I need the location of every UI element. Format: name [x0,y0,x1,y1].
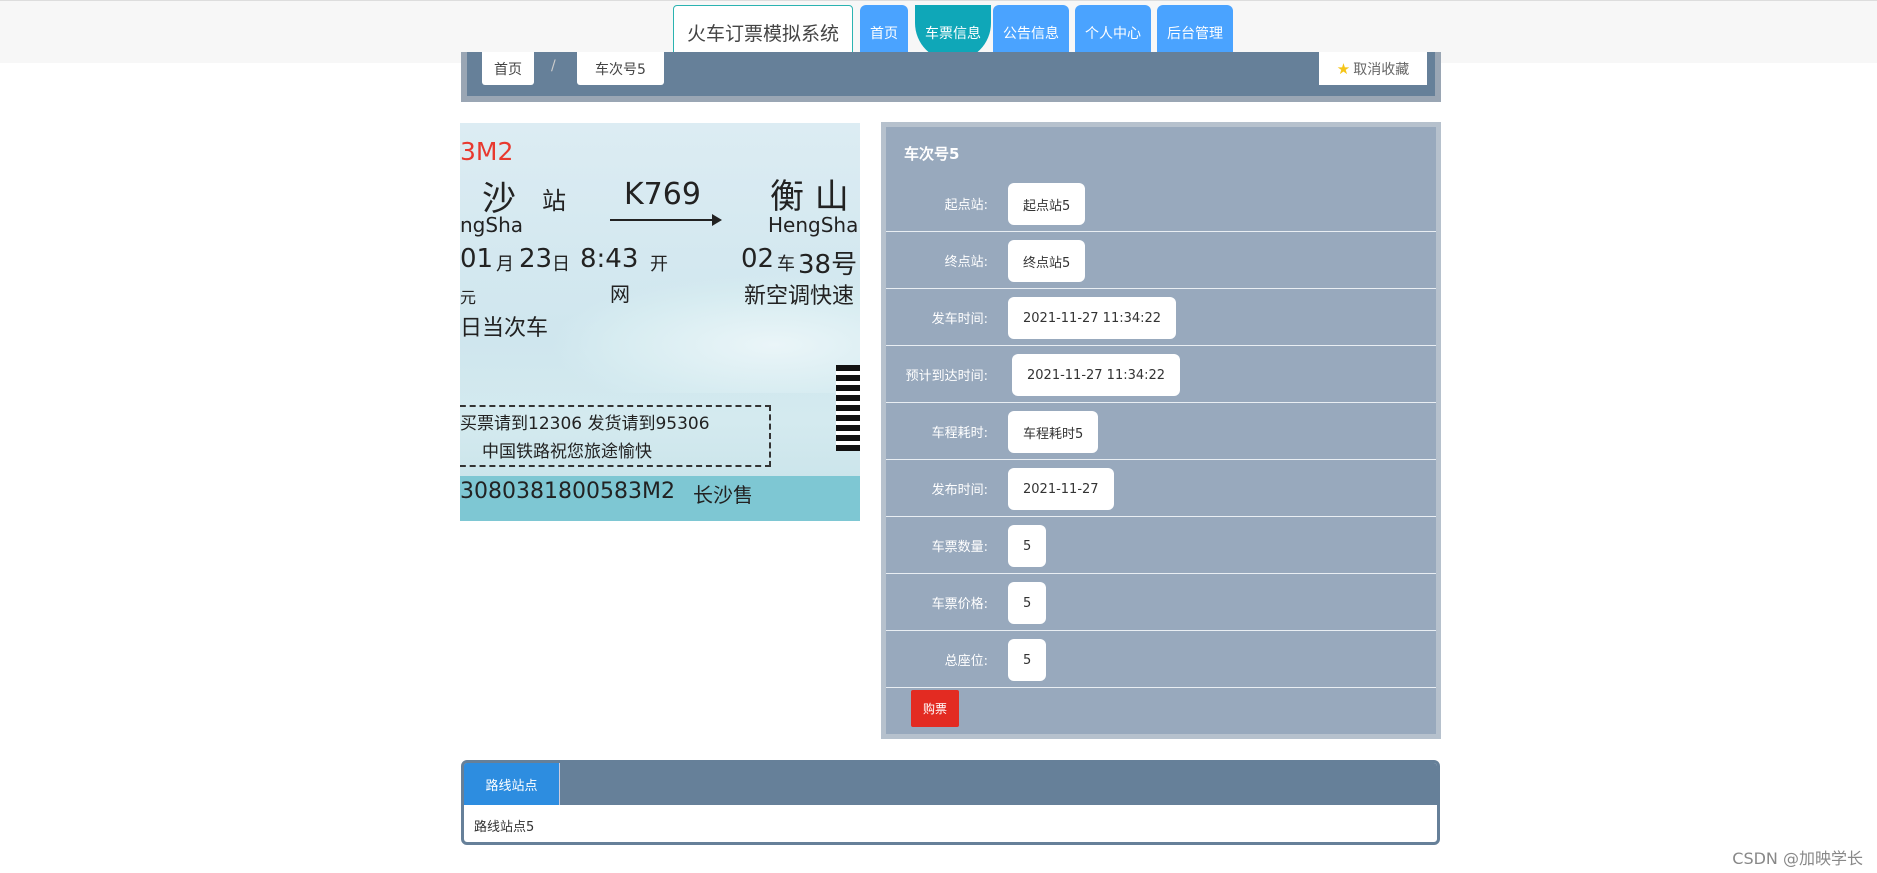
route-tab-bar: 路线站点 [464,763,1437,805]
ticket-valid: 日当次车 [460,316,549,341]
field-label: 总座位: [944,653,988,669]
field-label: 车程耗时: [931,425,988,441]
ticket-car-char: 车 [777,254,795,275]
field-row-departure-time: 发车时间: 2021-11-27 11:34:22 [886,289,1436,346]
breadcrumb-separator: / [551,58,556,74]
buy-ticket-label: 购票 [922,702,947,716]
ticket-time: 8:43 [580,244,639,274]
buy-ticket-button[interactable]: 购票 [911,690,959,727]
field-row-ticket-price: 车票价格: 5 [886,574,1436,631]
field-label: 终点站: [944,254,988,270]
field-label: 发布时间: [931,482,988,498]
tab-route-stations[interactable]: 路线站点 [464,763,560,805]
ticket-class: 新空调快速 [744,284,855,309]
ticket-detail-panel: 车次号5 起点站: 起点站5 终点站: 终点站5 发车时间: 2021-11-2… [881,122,1441,739]
ticket-date-day: 23 [519,244,553,274]
ticket-date-month: 01 [460,244,494,274]
breadcrumb-home[interactable]: 首页 [482,52,534,85]
field-value: 2021-11-27 [1008,468,1114,510]
ticket-train-no: K769 [624,177,701,212]
ticket-notice-2: 中国铁路祝您旅途愉快 [482,442,652,462]
field-value: 5 [1008,639,1047,681]
ticket-kai: 开 [650,254,668,275]
ticket-day-char: 日 [552,254,570,275]
ticket-price-suffix: 元 [460,288,477,307]
ticket-from-pinyin: ngSha [460,213,523,237]
ticket-car: 02 [741,244,775,274]
ticket-to-pinyin: HengShan [768,213,860,237]
ticket-month-char: 月 [496,254,514,275]
unfavorite-button[interactable]: ★ 取消收藏 [1319,52,1427,85]
field-value: 2021-11-27 11:34:22 [1012,354,1181,396]
unfavorite-label: 取消收藏 [1353,61,1410,78]
breadcrumb: 首页 / 车次号5 ★ 取消收藏 [461,52,1441,102]
field-label: 预计到达时间: [905,368,988,384]
field-label: 车票数量: [931,539,988,555]
field-row-arrival-time: 预计到达时间: 2021-11-27 11:34:22 [886,346,1436,403]
ticket-station-char: 站 [542,187,566,215]
breadcrumb-current: 车次号5 [577,52,664,85]
detail-title: 车次号5 [904,145,960,163]
ticket-wang: 网 [610,282,630,306]
field-value: 2021-11-27 11:34:22 [1008,297,1177,339]
ticket-to-station: 衡 山 [770,177,849,217]
field-label: 发车时间: [931,311,988,327]
field-label: 车票价格: [931,596,988,612]
field-row-publish-time: 发布时间: 2021-11-27 [886,460,1436,517]
field-value: 终点站5 [1008,240,1086,282]
field-row-origin: 起点站: 起点站5 [886,175,1436,232]
route-stations-content: 路线站点5 [474,820,535,835]
ticket-code-top: 3M2 [460,137,514,166]
ticket-arrow [610,219,714,221]
star-icon: ★ [1336,59,1351,78]
field-value: 5 [1008,525,1047,567]
field-row-ticket-count: 车票数量: 5 [886,517,1436,574]
route-stations-panel: 路线站点 路线站点5 [461,760,1440,845]
field-value: 5 [1008,582,1047,624]
ticket-sold-at: 长沙售 [693,483,753,507]
field-row-total-seats: 总座位: 5 [886,631,1436,688]
ticket-notice-1: 买票请到12306 发货请到95306 [460,414,710,434]
field-value: 起点站5 [1008,183,1086,225]
ticket-serial: 3080381800583M2 [460,479,675,504]
field-row-destination: 终点站: 终点站5 [886,232,1436,289]
field-value: 车程耗时5 [1008,411,1099,453]
ticket-image: 3M2 沙 站 K769 衡 山 ngSha HengShan 01 月 23 … [460,123,860,521]
csdn-watermark: CSDN @加映学长 [1732,849,1863,868]
qr-code-icon [836,365,860,451]
ticket-arrowhead [712,214,722,226]
ticket-seat: 38号 [798,250,858,280]
field-row-duration: 车程耗时: 车程耗时5 [886,403,1436,460]
field-label: 起点站: [944,197,988,213]
